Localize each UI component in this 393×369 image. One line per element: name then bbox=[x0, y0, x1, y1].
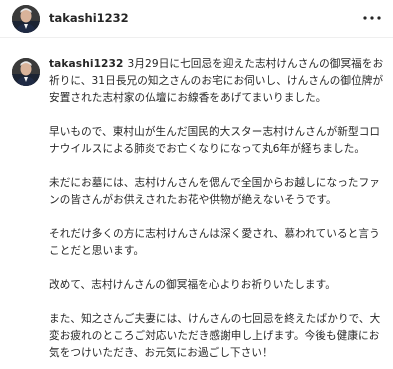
caption-avatar[interactable] bbox=[12, 58, 40, 86]
caption-paragraph-3: 未だにお墓には、志村けんさんを偲んで全国からお越しになったファンの皆さんがお供え… bbox=[49, 177, 380, 206]
caption-paragraph-2: 早いもので、東村山が生んだ国民的大スター志村けんさんが新型コロナウイルスによる肺… bbox=[49, 126, 381, 155]
caption-paragraph-5: 改めて、志村けんさんの御冥福を心よりお祈りいたします。 bbox=[49, 279, 336, 291]
caption-paragraph-1: takashi1232 3月29日に七回忌を迎えた志村けんさんの御冥福をお祈りに、… bbox=[49, 56, 385, 107]
instagram-post-view: takashi1232 takashi1232 3月29日に七回忌を迎えた志村けん… bbox=[0, 0, 393, 369]
post-caption: takashi1232 3月29日に七回忌を迎えた志村けんさんの御冥福をお祈りに、… bbox=[49, 56, 385, 362]
more-options-icon[interactable] bbox=[361, 11, 383, 25]
caption-username[interactable]: takashi1232 bbox=[49, 58, 123, 70]
post-header: takashi1232 bbox=[0, 0, 393, 38]
caption-paragraph-4: それだけ多くの方に志村けんさんは深く愛され、慕われていると言うことだと思います。 bbox=[49, 228, 380, 257]
caption-paragraph-6: また、知之さんご夫妻には、けんさんの七回忌を終えたばかりで、大変お疲れのところご… bbox=[49, 313, 381, 359]
header-username[interactable]: takashi1232 bbox=[49, 11, 129, 25]
profile-photo-icon bbox=[12, 58, 40, 86]
profile-photo-icon bbox=[12, 5, 40, 33]
profile-avatar[interactable] bbox=[12, 5, 40, 33]
